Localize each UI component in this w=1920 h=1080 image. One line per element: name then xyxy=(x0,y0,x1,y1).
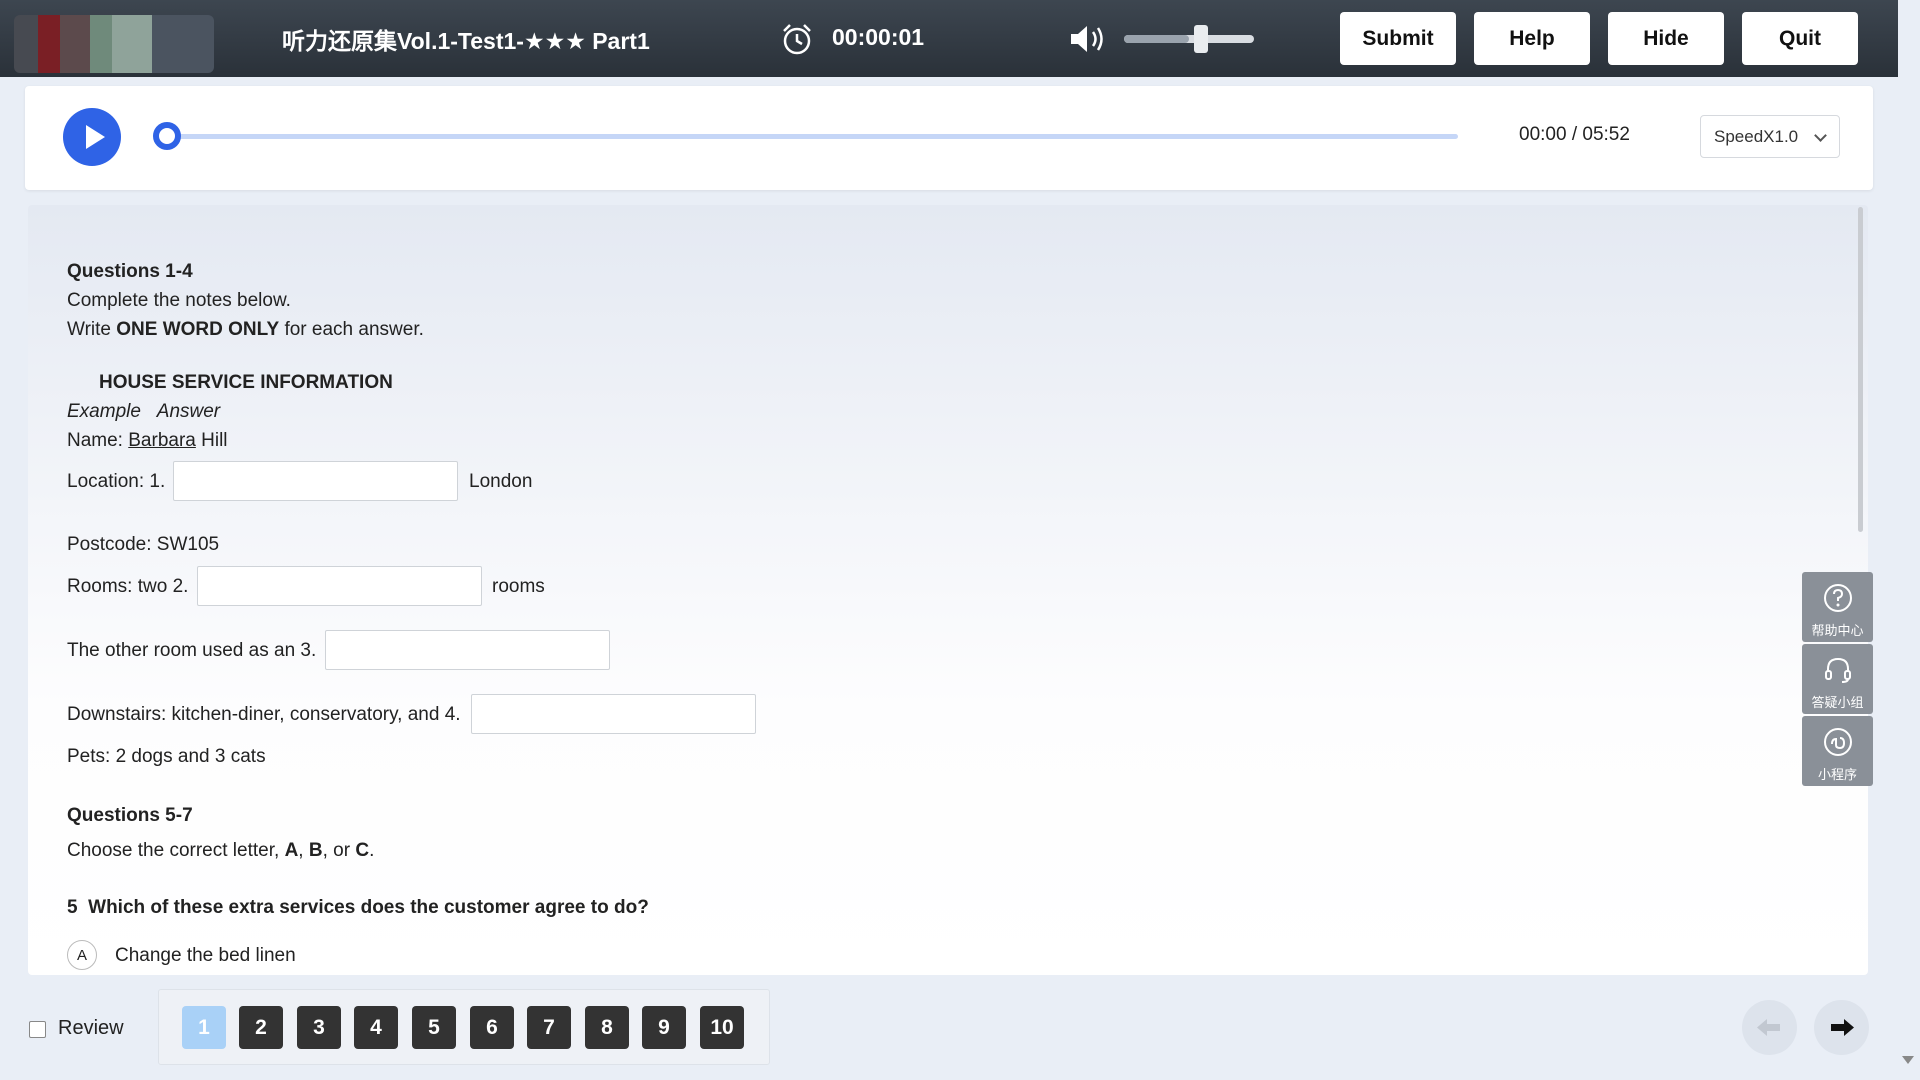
answer-input-1[interactable] xyxy=(173,461,458,501)
downstairs-label: Downstairs: kitchen-diner, conservatory,… xyxy=(67,704,461,725)
qa-group-label: 答疑小组 xyxy=(1811,695,1864,710)
rooms-suffix: rooms xyxy=(492,576,545,597)
notes-title: HOUSE SERVICE INFORMATION xyxy=(99,372,393,393)
headset-icon xyxy=(1824,657,1851,683)
answer-input-2[interactable] xyxy=(197,566,482,606)
question-nav-8[interactable]: 8 xyxy=(585,1006,629,1049)
audio-progress-bar[interactable] xyxy=(168,134,1458,139)
question-nav-5[interactable]: 5 xyxy=(412,1006,456,1049)
review-label[interactable]: Review xyxy=(58,1017,124,1040)
question-panel: Questions 1-4 Complete the notes below. … xyxy=(28,205,1868,975)
timer: 00:00:01 xyxy=(832,24,925,50)
location-label: Location: 1. xyxy=(67,471,166,492)
q1-4-heading: Questions 1-4 xyxy=(67,261,193,282)
arrow-right-icon xyxy=(1831,1019,1854,1036)
question-nav-1[interactable]: 1 xyxy=(182,1006,226,1049)
speed-select[interactable]: SpeedX1.0 xyxy=(1700,115,1840,158)
mini-program-label: 小程序 xyxy=(1817,767,1857,782)
audio-player: 00:00 / 05:52 SpeedX1.0 xyxy=(25,86,1873,190)
content-scroll-thumb[interactable] xyxy=(1858,207,1863,532)
question-5: 5 Which of these extra services does the… xyxy=(67,897,649,918)
hide-button[interactable]: Hide xyxy=(1608,12,1724,65)
volume-fill xyxy=(1124,35,1189,43)
previous-button[interactable] xyxy=(1742,1000,1797,1055)
volume-icon[interactable] xyxy=(1068,22,1108,56)
volume-slider[interactable] xyxy=(1124,35,1254,43)
name-row: Name: Barbara Hill xyxy=(67,430,228,451)
help-center-widget[interactable]: 帮助中心 xyxy=(1802,572,1873,642)
location-suffix: London xyxy=(469,471,533,492)
q5-option-a-radio[interactable]: A xyxy=(67,940,97,970)
q1-4-word-limit: Write ONE WORD ONLY for each answer. xyxy=(67,319,424,340)
q5-7-instruction: Choose the correct letter, A, B, or C. xyxy=(67,840,375,861)
answer-input-3[interactable] xyxy=(325,630,610,670)
page-scroll-down-arrow[interactable] xyxy=(1902,1056,1914,1064)
question-nav-2[interactable]: 2 xyxy=(239,1006,283,1049)
pets-row: Pets: 2 dogs and 3 cats xyxy=(67,746,266,767)
answer-input-4[interactable] xyxy=(471,694,756,734)
help-button[interactable]: Help xyxy=(1474,12,1590,65)
next-button[interactable] xyxy=(1814,1000,1869,1055)
question-circle-icon xyxy=(1823,584,1852,612)
speed-value: SpeedX1.0 xyxy=(1714,127,1799,146)
logo xyxy=(14,15,214,73)
quit-button[interactable]: Quit xyxy=(1742,12,1858,65)
question-nav-7[interactable]: 7 xyxy=(527,1006,571,1049)
audio-time: 00:00 / 05:52 xyxy=(1519,124,1630,145)
submit-button[interactable]: Submit xyxy=(1340,12,1456,65)
audio-progress-thumb[interactable] xyxy=(153,122,181,150)
review-checkbox[interactable] xyxy=(29,1021,46,1038)
help-center-label: 帮助中心 xyxy=(1811,623,1864,638)
question-nav-4[interactable]: 4 xyxy=(354,1006,398,1049)
example-row: Example Answer xyxy=(67,401,221,422)
question-nav-10[interactable]: 10 xyxy=(700,1006,744,1049)
page-title: 听力还原集Vol.1-Test1-★★★ Part1 xyxy=(282,28,650,54)
question-nav-9[interactable]: 9 xyxy=(642,1006,686,1049)
q5-7-heading: Questions 5-7 xyxy=(67,805,193,826)
chevron-down-icon xyxy=(1814,129,1827,142)
qa-group-widget[interactable]: 答疑小组 xyxy=(1802,644,1873,714)
q5-option-a-text[interactable]: Change the bed linen xyxy=(115,945,296,967)
question-nav-6[interactable]: 6 xyxy=(470,1006,514,1049)
mini-program-widget[interactable]: 小程序 xyxy=(1802,716,1873,786)
top-bar: 听力还原集Vol.1-Test1-★★★ Part1 00:00:01 Subm… xyxy=(0,0,1898,77)
other-room-label: The other room used as an 3. xyxy=(67,640,317,661)
mini-program-icon xyxy=(1823,728,1852,756)
play-button[interactable] xyxy=(63,108,121,166)
postcode-row: Postcode: SW105 xyxy=(67,534,220,555)
alarm-clock-icon xyxy=(783,24,811,55)
arrow-left-icon xyxy=(1757,1019,1780,1036)
rooms-label: Rooms: two 2. xyxy=(67,576,189,597)
q1-4-instruction: Complete the notes below. xyxy=(67,290,291,311)
question-nav-3[interactable]: 3 xyxy=(297,1006,341,1049)
volume-thumb[interactable] xyxy=(1194,25,1208,53)
